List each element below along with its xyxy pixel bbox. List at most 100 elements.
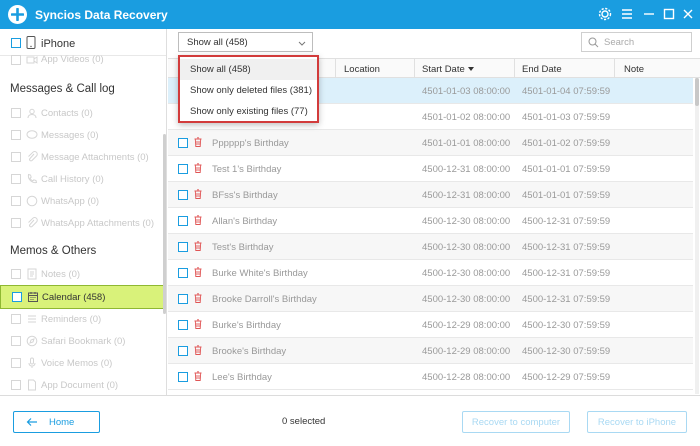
messages-icon	[26, 129, 38, 141]
table-row[interactable]: Test's Birthday 4500-12-30 08:00:00 4500…	[168, 234, 693, 260]
home-button[interactable]: Home	[13, 411, 100, 433]
row-checkbox[interactable]	[178, 346, 188, 356]
sidebar-item-label: Calendar (458)	[42, 292, 106, 303]
table-row[interactable]: Lee's Birthday 4500-12-28 08:00:00 4500-…	[168, 364, 693, 390]
column-start-date-label: Start Date	[422, 64, 465, 75]
table-row[interactable]: Burke White's Birthday 4500-12-30 08:00:…	[168, 260, 693, 286]
row-checkbox[interactable]	[178, 294, 188, 304]
column-start-date[interactable]: Start Date	[422, 64, 474, 75]
row-checkbox[interactable]	[178, 164, 188, 174]
item-checkbox[interactable]	[11, 269, 21, 279]
table-row[interactable]: Burke's Birthday 4500-12-29 08:00:00 450…	[168, 312, 693, 338]
row-checkbox[interactable]	[178, 242, 188, 252]
filter-select[interactable]: Show all (458)	[178, 32, 313, 52]
item-checkbox[interactable]	[11, 336, 21, 346]
row-start-date: 4500-12-29 08:00:00	[422, 320, 511, 331]
column-end-date[interactable]: End Date	[522, 64, 562, 75]
table-row[interactable]: Pppppp's Birthday 4501-01-01 08:00:00 45…	[168, 130, 693, 156]
item-checkbox[interactable]	[11, 314, 21, 324]
close-icon[interactable]	[680, 6, 696, 22]
item-checkbox[interactable]	[11, 108, 21, 118]
table-scrollbar[interactable]	[695, 78, 699, 394]
sidebar-item-call-history[interactable]: Call History (0)	[0, 169, 166, 191]
column-note[interactable]: Note	[624, 64, 644, 75]
sidebar-item-app-videos[interactable]: App Videos (0)	[0, 53, 166, 67]
row-start-date: 4500-12-31 08:00:00	[422, 164, 511, 175]
sidebar-item-app-document[interactable]: App Document (0)	[0, 375, 166, 395]
table-scrollbar-thumb[interactable]	[695, 78, 699, 106]
row-checkbox[interactable]	[178, 372, 188, 382]
row-checkbox[interactable]	[178, 268, 188, 278]
sidebar-item-whatsapp[interactable]: WhatsApp (0)	[0, 191, 166, 213]
item-checkbox[interactable]	[11, 130, 21, 140]
footer: Home 0 selected Recover to computer Reco…	[0, 395, 700, 446]
search-placeholder: Search	[604, 37, 635, 48]
arrow-left-icon	[26, 417, 38, 430]
table-row[interactable]: Brooke's Birthday 4500-12-29 08:00:00 45…	[168, 338, 693, 364]
row-checkbox[interactable]	[178, 138, 188, 148]
sidebar-item-safari-bookmark[interactable]: Safari Bookmark (0)	[0, 331, 166, 353]
sidebar-item-contacts[interactable]: Contacts (0)	[0, 103, 166, 125]
table-row[interactable]: BFss's Birthday 4500-12-31 08:00:00 4501…	[168, 182, 693, 208]
phone-icon	[26, 36, 36, 52]
filter-option-show-all[interactable]: Show all (458)	[180, 59, 317, 80]
row-end-date: 4500-12-30 07:59:59	[522, 320, 611, 331]
sidebar-item-calendar[interactable]: Calendar (458)	[0, 285, 166, 309]
sidebar-item-label: Notes (0)	[41, 269, 81, 280]
item-checkbox[interactable]	[11, 218, 21, 228]
item-checkbox[interactable]	[11, 358, 21, 368]
device-label: iPhone	[41, 38, 76, 50]
row-end-date: 4501-01-02 07:59:59	[522, 138, 611, 149]
menu-icon[interactable]	[619, 6, 635, 22]
sidebar-item-label: Reminders (0)	[41, 314, 102, 325]
row-end-date: 4500-12-31 07:59:59	[522, 268, 611, 279]
sidebar-item-whatsapp-attachments[interactable]: WhatsApp Attachments (0)	[0, 213, 166, 235]
trash-icon	[194, 345, 202, 358]
sidebar-item-message-attachments[interactable]: Message Attachments (0)	[0, 147, 166, 169]
item-checkbox[interactable]	[11, 196, 21, 206]
row-start-date: 4500-12-30 08:00:00	[422, 242, 511, 253]
sidebar-item-voice-memos[interactable]: Voice Memos (0)	[0, 353, 166, 375]
column-location[interactable]: Location	[344, 64, 380, 75]
item-checkbox[interactable]	[11, 152, 21, 162]
item-checkbox[interactable]	[12, 292, 22, 302]
recover-to-computer-button[interactable]: Recover to computer	[462, 411, 570, 433]
reminders-icon	[26, 313, 38, 325]
sidebar-item-label: Contacts (0)	[41, 108, 93, 119]
trash-icon	[194, 163, 202, 176]
item-checkbox[interactable]	[11, 380, 21, 390]
settings-icon[interactable]	[597, 6, 613, 22]
paperclip-icon	[26, 151, 38, 163]
device-row[interactable]: iPhone	[0, 29, 166, 56]
row-checkbox[interactable]	[178, 190, 188, 200]
trash-icon	[194, 293, 202, 306]
maximize-icon[interactable]	[661, 6, 677, 22]
sidebar-item-reminders[interactable]: Reminders (0)	[0, 309, 166, 331]
table-row[interactable]: Test 1's Birthday 4500-12-31 08:00:00 45…	[168, 156, 693, 182]
device-checkbox[interactable]	[11, 38, 21, 48]
row-name: Burke White's Birthday	[212, 268, 308, 279]
sidebar-item-notes[interactable]: Notes (0)	[0, 264, 166, 286]
search-input[interactable]: Search	[581, 32, 692, 52]
row-checkbox[interactable]	[178, 320, 188, 330]
syncios-logo-icon	[8, 5, 27, 24]
filter-option-deleted[interactable]: Show only deleted files (381)	[180, 80, 317, 101]
recover-to-iphone-button[interactable]: Recover to iPhone	[587, 411, 687, 433]
row-name: Pppppp's Birthday	[212, 138, 289, 149]
row-start-date: 4500-12-30 08:00:00	[422, 216, 511, 227]
item-checkbox[interactable]	[11, 174, 21, 184]
row-start-date: 4500-12-31 08:00:00	[422, 190, 511, 201]
sidebar-item-label: WhatsApp Attachments (0)	[41, 218, 154, 229]
sidebar-item-label: Call History (0)	[41, 174, 104, 185]
minimize-icon[interactable]	[641, 6, 657, 22]
item-checkbox[interactable]	[11, 55, 21, 65]
trash-icon	[194, 267, 202, 280]
sidebar-item-messages[interactable]: Messages (0)	[0, 125, 166, 147]
row-checkbox[interactable]	[178, 216, 188, 226]
filter-option-existing[interactable]: Show only existing files (77)	[180, 101, 317, 122]
table-row[interactable]: Brooke Darroll's Birthday 4500-12-30 08:…	[168, 286, 693, 312]
row-start-date: 4500-12-30 08:00:00	[422, 294, 511, 305]
selected-count: 0 selected	[282, 416, 326, 427]
sidebar-scrollbar[interactable]	[163, 134, 166, 314]
table-row[interactable]: Allan's Birthday 4500-12-30 08:00:00 450…	[168, 208, 693, 234]
